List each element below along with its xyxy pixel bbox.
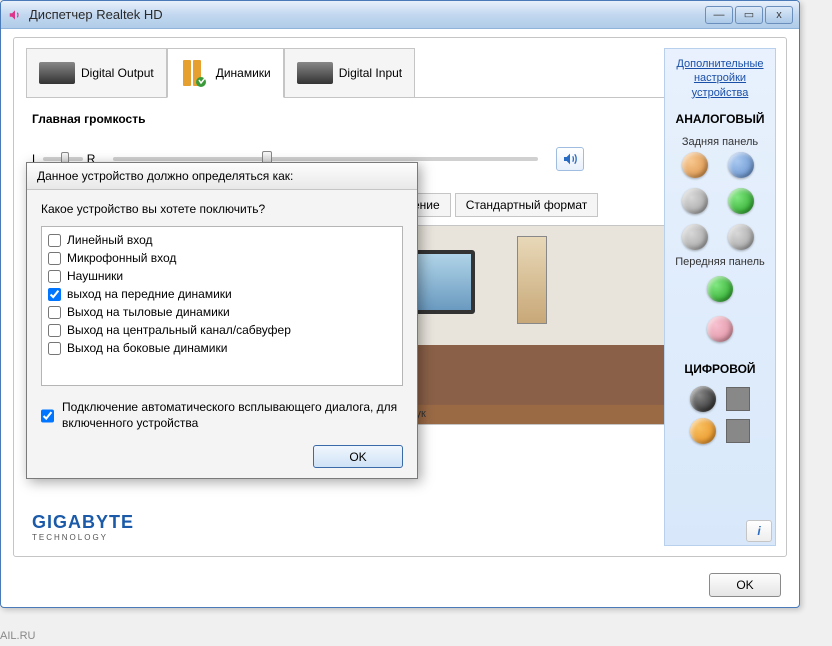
device-option-label: Наушники [67,267,123,285]
front-panel-label: Передняя панель [675,256,765,268]
jack-front-headphone[interactable] [707,276,733,302]
device-option-label: Выход на тыловые динамики [67,303,230,321]
tab-digital-input[interactable]: Digital Input [284,48,415,97]
right-panel: Дополнительные настройки устройства АНАЛ… [664,48,776,546]
connector-icon[interactable] [726,419,750,443]
device-option-label: Линейный вход [67,231,153,249]
window-title: Диспетчер Realtek HD [29,7,705,22]
device-options-list: Линейный входМикрофонный входНаушникивых… [41,226,403,386]
tab-label: Digital Output [81,66,154,80]
rear-panel-label: Задняя панель [682,136,758,148]
titlebar[interactable]: Диспетчер Realtek HD — ▭ x [1,1,799,29]
volume-legend: Главная громкость [32,112,768,126]
device-option-checkbox[interactable] [48,270,61,283]
brand-name: GIGABYTE [32,512,134,533]
device-option-checkbox[interactable] [48,252,61,265]
brand-logo: GIGABYTE TECHNOLOGY [32,512,134,542]
speakers-icon [180,57,210,89]
dialog-ok-button[interactable]: OK [313,445,403,468]
footer-text: AIL.RU [0,630,35,642]
device-option-checkbox[interactable] [48,342,61,355]
jack-extra[interactable] [728,224,754,250]
brand-tag: TECHNOLOGY [32,533,134,542]
jack-front-out[interactable] [728,188,754,214]
dialog-title[interactable]: Данное устройство должно определяться ка… [27,163,417,190]
analog-label: АНАЛОГОВЫЙ [676,112,765,126]
jack-side[interactable] [682,188,708,214]
jack-front-mic[interactable] [707,316,733,342]
tab-digital-output[interactable]: Digital Output [26,48,167,97]
digital-row-2 [690,418,750,444]
speaker-icon [7,7,23,23]
sub-tab-standard-format[interactable]: Стандартный формат [455,193,599,217]
jack-coax-orange[interactable] [690,418,716,444]
tab-label: Динамики [216,66,271,80]
device-option-label: Выход на центральный канал/сабвуфер [67,321,291,339]
volume-slider[interactable] [113,157,538,161]
device-option[interactable]: выход на передние динамики [48,285,396,303]
device-icon [39,62,75,84]
rear-jacks [682,152,758,250]
device-option[interactable]: Выход на центральный канал/сабвуфер [48,321,396,339]
maximize-button[interactable]: ▭ [735,6,763,24]
device-option[interactable]: Наушники [48,267,396,285]
device-option-checkbox[interactable] [48,234,61,247]
device-option-label: Микрофонный вход [67,249,176,267]
dialog-prompt: Какое устройство вы хотете поключить? [41,202,403,216]
info-button[interactable]: i [746,520,772,542]
device-option-label: выход на передние динамики [67,285,232,303]
speaker3d-icon [517,236,547,324]
auto-popup-label: Подключение автоматического всплывающего… [62,400,403,431]
device-option-checkbox[interactable] [48,288,61,301]
digital-label: ЦИФРОВОЙ [684,362,755,376]
connector-icon[interactable] [726,387,750,411]
auto-popup-checkbox-row[interactable]: Подключение автоматического всплывающего… [41,400,403,431]
device-option[interactable]: Выход на боковые динамики [48,339,396,357]
window-controls: — ▭ x [705,6,793,24]
front-jacks [707,276,733,342]
device-option-checkbox[interactable] [48,324,61,337]
device-option-label: Выход на боковые динамики [67,339,227,357]
main-ok-button[interactable]: OK [709,573,781,597]
advanced-settings-link[interactable]: Дополнительные настройки устройства [673,57,767,100]
minimize-button[interactable]: — [705,6,733,24]
device-icon [297,62,333,84]
device-option[interactable]: Линейный вход [48,231,396,249]
jack-center-sub[interactable] [682,152,708,178]
jack-rear[interactable] [682,224,708,250]
device-option-checkbox[interactable] [48,306,61,319]
device-option[interactable]: Выход на тыловые динамики [48,303,396,321]
close-button[interactable]: x [765,6,793,24]
tab-speakers[interactable]: Динамики [167,48,284,98]
device-option[interactable]: Микрофонный вход [48,249,396,267]
auto-popup-checkbox[interactable] [41,401,54,431]
mute-button[interactable] [556,147,584,171]
device-detect-dialog: Данное устройство должно определяться ка… [26,162,418,479]
jack-line-in[interactable] [728,152,754,178]
tab-label: Digital Input [339,66,402,80]
digital-row-1 [690,386,750,412]
balance-slider[interactable] [43,157,83,161]
jack-optical-black[interactable] [690,386,716,412]
